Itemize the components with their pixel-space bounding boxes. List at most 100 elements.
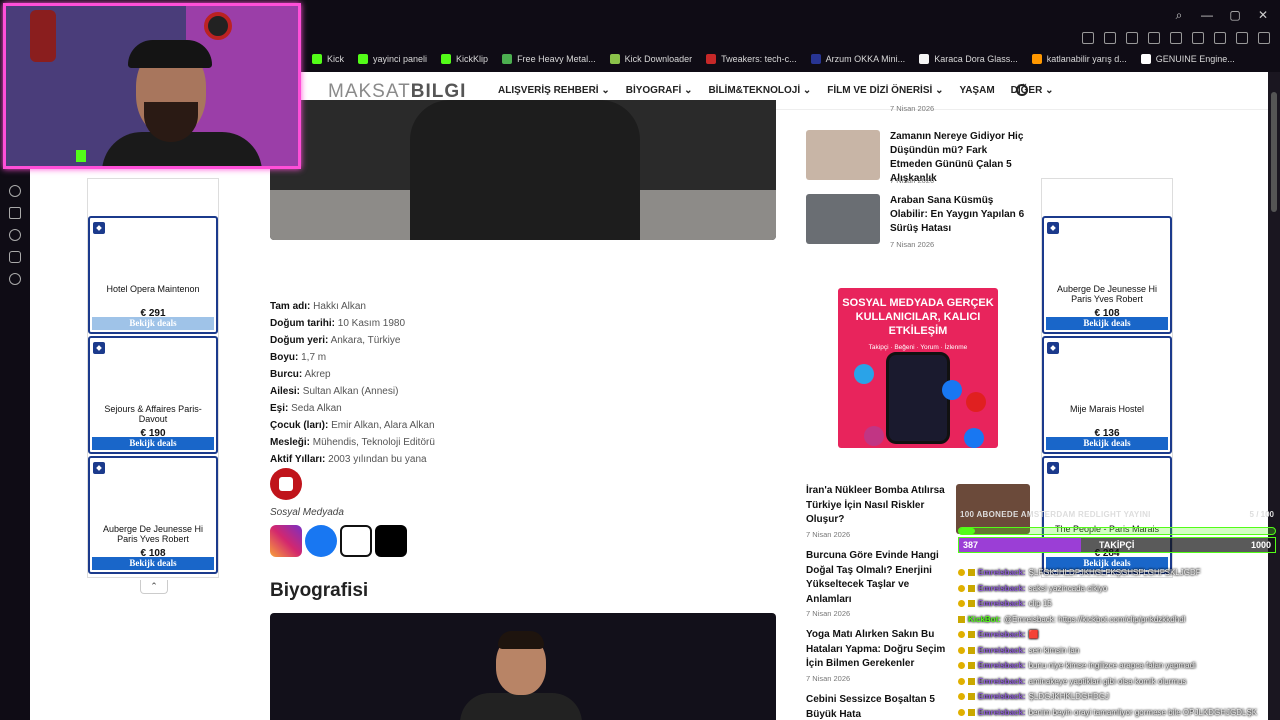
extension-icon[interactable] [1104, 32, 1116, 44]
bookmark-item[interactable]: katlanabilir yarış d... [1031, 54, 1127, 64]
extension-icon[interactable] [1214, 32, 1226, 44]
post-item[interactable]: Araban Sana Küsmüş Olabilir: En Yaygın Y… [806, 194, 1032, 249]
pin-icon[interactable] [9, 207, 21, 219]
hotel-card[interactable]: Mije Marais Hostel € 136 Bekijk deals [1042, 336, 1172, 454]
instagram-icon[interactable] [270, 525, 302, 557]
profile-key: Burcu: [270, 369, 303, 380]
post-date: 7 Nisan 2026 [806, 673, 851, 683]
extension-icon[interactable] [1148, 32, 1160, 44]
x-icon[interactable] [340, 525, 372, 557]
settings-icon[interactable] [9, 273, 21, 285]
menu-item[interactable]: BİLİM&TEKNOLOJİ ⌄ [708, 85, 811, 96]
streamer-cap [128, 40, 212, 68]
sub-goal-progress [958, 527, 1276, 535]
extension-icon[interactable] [1170, 32, 1182, 44]
menu-item[interactable]: ALIŞVERİŞ REHBERİ ⌄ [498, 85, 610, 96]
chat-username: Emreisback: [978, 645, 1026, 655]
profile-row: Doğum yeri: Ankara, Türkiye [270, 332, 435, 349]
scrollbar-thumb[interactable] [1271, 92, 1277, 212]
logo-text-bold: BILGI [410, 81, 467, 102]
bookmark-item[interactable]: Kick [312, 54, 344, 64]
hotel-card[interactable]: Auberge De Jeunesse Hi Paris Yves Robert… [1042, 216, 1172, 334]
bookmark-favicon-icon [312, 54, 322, 64]
maximize-icon[interactable]: ▢ [1228, 8, 1242, 22]
promo-title: SOSYAL MEDYADA GERÇEK KULLANICILAR, KALI… [842, 297, 994, 337]
extension-icon[interactable] [1082, 32, 1094, 44]
view-deals-button[interactable]: Bekijk deals [92, 437, 214, 450]
chat-overlay: Emreisback: ŞLFGKJHLDFJKHGLFKŞGHSFLGHFSKL… [958, 565, 1276, 720]
post-title[interactable]: Yoga Matı Alırken Sakın Bu Hataları Yapm… [806, 628, 946, 672]
view-deals-button[interactable]: Bekijk deals [1046, 437, 1168, 450]
close-icon[interactable]: ✕ [1256, 8, 1270, 22]
hotel-card[interactable]: Sejours & Affaires Paris-Davout € 190 Beki… [88, 336, 218, 454]
profile-key: Eşi: [270, 403, 289, 414]
post-title[interactable]: Araban Sana Küsmüş Olabilir: En Yaygın Y… [890, 194, 1032, 236]
post-thumbnail[interactable] [806, 130, 880, 180]
bookmark-label: Tweakers: tech-c... [721, 54, 797, 64]
minimize-icon[interactable]: — [1200, 8, 1214, 22]
youtube-icon[interactable] [270, 468, 302, 500]
vip-badge-icon [958, 693, 965, 701]
extension-icon[interactable] [1236, 32, 1248, 44]
chat-message: Emreisback: 🟥 [958, 627, 1276, 643]
sub-badge-icon [968, 600, 975, 608]
chat-message: Emreisback: saksi yazincada cikiyo [958, 581, 1276, 597]
vip-badge-icon [958, 584, 965, 592]
facebook-icon[interactable] [305, 525, 337, 557]
profile-key: Tam adı: [270, 301, 311, 312]
post-item[interactable]: Cebini Sessizce Boşaltan 5 Büyük Hata [806, 693, 946, 720]
extensions-icon[interactable] [9, 251, 21, 263]
bookmark-item[interactable]: Free Heavy Metal... [502, 54, 596, 64]
menu-item[interactable]: BİYOGRAFİ ⌄ [626, 85, 693, 96]
view-deals-button[interactable]: Bekijk deals [92, 557, 214, 570]
history-icon[interactable] [9, 229, 21, 241]
promo-banner[interactable]: SOSYAL MEDYADA GERÇEK KULLANICILAR, KALI… [838, 288, 998, 448]
bookmark-item[interactable]: Tweakers: tech-c... [706, 54, 797, 64]
bookmark-item[interactable]: Kick Downloader [609, 54, 692, 64]
chat-message: Emreisback: benim beyin orayi tamamliyor … [958, 705, 1276, 720]
profile-value: Seda Alkan [288, 403, 342, 414]
post-date: 7 Nisan 2026 [890, 104, 935, 113]
bookmark-item[interactable]: yayinci paneli [358, 54, 427, 64]
sub-badge-icon [968, 584, 975, 592]
profile-value: Mühendis, Teknoloji Editörü [310, 437, 435, 448]
post-item[interactable]: Burcuna Göre Evinde Hangi Doğal Taş Olma… [806, 549, 946, 618]
embedded-video[interactable] [270, 100, 776, 240]
post-item[interactable]: İran'a Nükleer Bomba Atılırsa Türkiye İç… [806, 484, 946, 539]
view-deals-button[interactable]: Bekijk deals [92, 317, 214, 330]
post-title[interactable]: Cebini Sessizce Boşaltan 5 Büyük Hata [806, 693, 946, 720]
post-title[interactable]: İran'a Nükleer Bomba Atılırsa Türkiye İç… [806, 484, 946, 528]
post-item[interactable]: 7 Nisan 2026 [806, 72, 1030, 116]
biography-video[interactable] [270, 613, 776, 720]
post-item[interactable]: Zamanın Nereye Gidiyor Hiç Düşündün mü? … [806, 130, 1030, 185]
search-icon[interactable]: ⌕ [1172, 8, 1186, 22]
bookmark-item[interactable]: GENUINE Engine... [1140, 54, 1235, 64]
tiktok-icon[interactable] [375, 525, 407, 557]
player-icon[interactable] [9, 185, 21, 197]
profile-key: Çocuk (ları): [270, 420, 329, 431]
profile-row: Tam adı: Hakkı Alkan [270, 298, 435, 315]
chat-message: Emreisback: bunu niye kimse ingilizce ara… [958, 658, 1276, 674]
hotel-card[interactable]: Hotel Opera Maintenon € 291 Bekijk deals [88, 216, 218, 334]
facebook-icon [942, 380, 962, 400]
bookmark-item[interactable]: Arzum OKKA Mini... [810, 54, 905, 64]
vip-badge-icon [958, 600, 965, 608]
post-date: 7 Nisan 2026 [890, 176, 935, 185]
post-item[interactable]: Yoga Matı Alırken Sakın Bu Hataları Yapm… [806, 628, 946, 683]
hotel-card[interactable]: Auberge De Jeunesse Hi Paris Yves Robert… [88, 456, 218, 574]
chat-message: Emreisback: aminakeye yaptiklari gibi ols… [958, 674, 1276, 690]
scroll-up-button[interactable]: ⌃ [140, 580, 168, 594]
extension-icon[interactable] [1258, 32, 1270, 44]
bookmark-item[interactable]: Karaca Dora Glass... [919, 54, 1018, 64]
extension-icon[interactable] [1192, 32, 1204, 44]
post-title[interactable]: Burcuna Göre Evinde Hangi Doğal Taş Olma… [806, 549, 946, 607]
view-deals-button[interactable]: Bekijk deals [1046, 317, 1168, 330]
profile-row: Doğum tarihi: 10 Kasım 1980 [270, 315, 435, 332]
extension-icon[interactable] [1126, 32, 1138, 44]
window-controls: ⌕ — ▢ ✕ [1172, 8, 1270, 22]
post-thumbnail[interactable] [806, 194, 880, 244]
profile-key: Aktif Yılları: [270, 454, 326, 465]
webcam-bottle [30, 10, 56, 62]
vip-badge-icon [958, 646, 965, 654]
bookmark-item[interactable]: KickKlip [441, 54, 488, 64]
